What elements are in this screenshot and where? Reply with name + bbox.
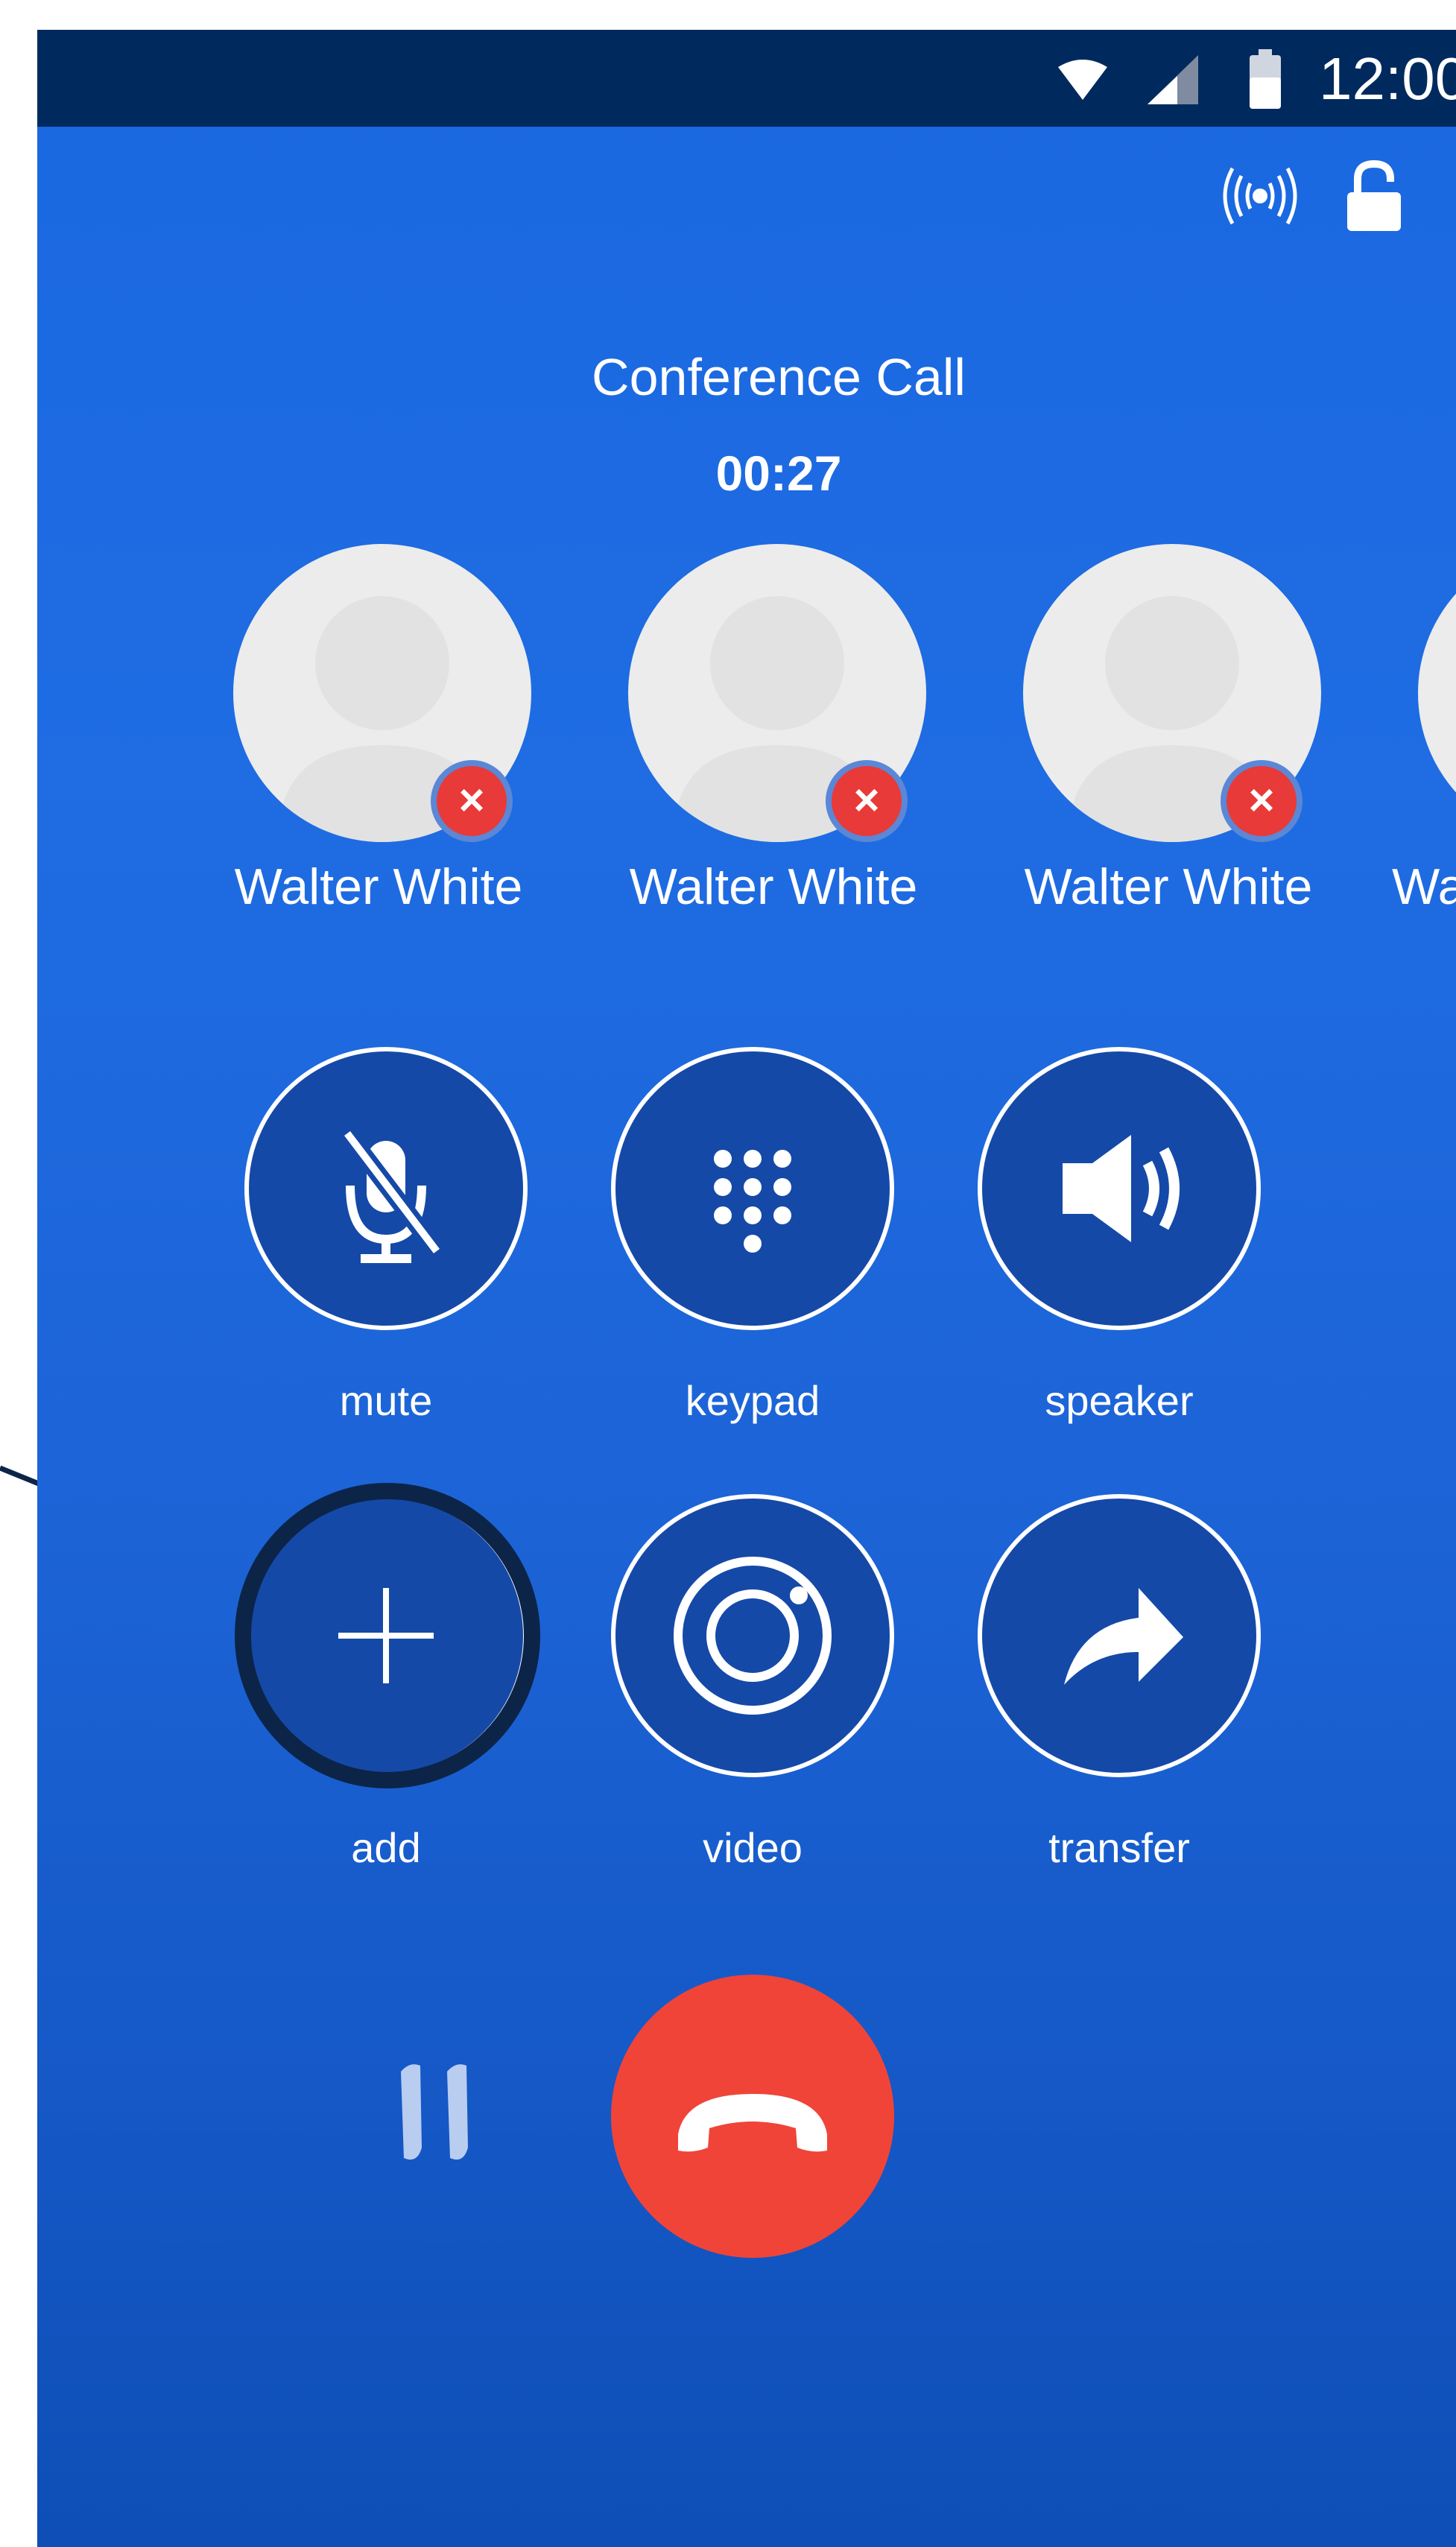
mic-off-icon [340, 1127, 444, 1263]
add-label: add [351, 1824, 421, 1871]
remove-participant-button[interactable]: × [431, 760, 513, 842]
keypad-label: keypad [685, 1377, 820, 1424]
speaker-icon [1063, 1135, 1180, 1242]
call-title: Conference Call [592, 348, 966, 406]
participant-4: Wa [1392, 544, 1456, 961]
camera-lens-icon [674, 1557, 832, 1715]
nfc-waves-icon [1223, 167, 1297, 225]
wifi-icon [1058, 60, 1107, 100]
participant-name: Walter White [1024, 858, 1313, 915]
speaker-label: speaker [1045, 1377, 1194, 1424]
participant-3: × Walter White [1004, 544, 1332, 961]
keypad-icon [714, 1150, 791, 1253]
status-bar: 12:00 [37, 30, 1456, 127]
participant-2: × Walter White [610, 544, 937, 961]
mute-label: mute [339, 1377, 433, 1424]
transfer-button[interactable] [978, 1494, 1261, 1777]
remove-participant-button[interactable]: × [826, 760, 908, 842]
participant-1: × Walter White [215, 544, 542, 961]
end-call-button[interactable] [611, 1975, 894, 2258]
mute-button[interactable] [244, 1047, 528, 1330]
participant-name: Wa [1392, 858, 1456, 915]
highlight-ring [235, 1483, 540, 1788]
signal-icon [1148, 55, 1198, 104]
battery-icon [1250, 49, 1281, 109]
call-duration: 00:27 [715, 446, 842, 501]
video-label: video [703, 1824, 803, 1871]
forward-arrow-icon [1064, 1588, 1183, 1685]
avatar [1418, 544, 1456, 842]
transfer-label: transfer [1048, 1824, 1190, 1871]
keypad-button[interactable] [611, 1047, 894, 1330]
hang-up-icon [678, 2094, 827, 2152]
pause-icon[interactable] [387, 2057, 484, 2168]
speaker-button[interactable] [978, 1047, 1261, 1330]
remove-participant-button[interactable]: × [1221, 760, 1303, 842]
status-time: 12:00 [1319, 45, 1456, 112]
call-screen: 12:00 Conference Call 00:27 × Walter Whi… [37, 30, 1456, 2547]
video-button[interactable] [611, 1494, 894, 1777]
unlocked-padlock-icon [1347, 159, 1401, 231]
participant-name: Walter White [629, 858, 918, 915]
person-silhouette-icon [1418, 544, 1456, 842]
participant-name: Walter White [234, 858, 523, 915]
